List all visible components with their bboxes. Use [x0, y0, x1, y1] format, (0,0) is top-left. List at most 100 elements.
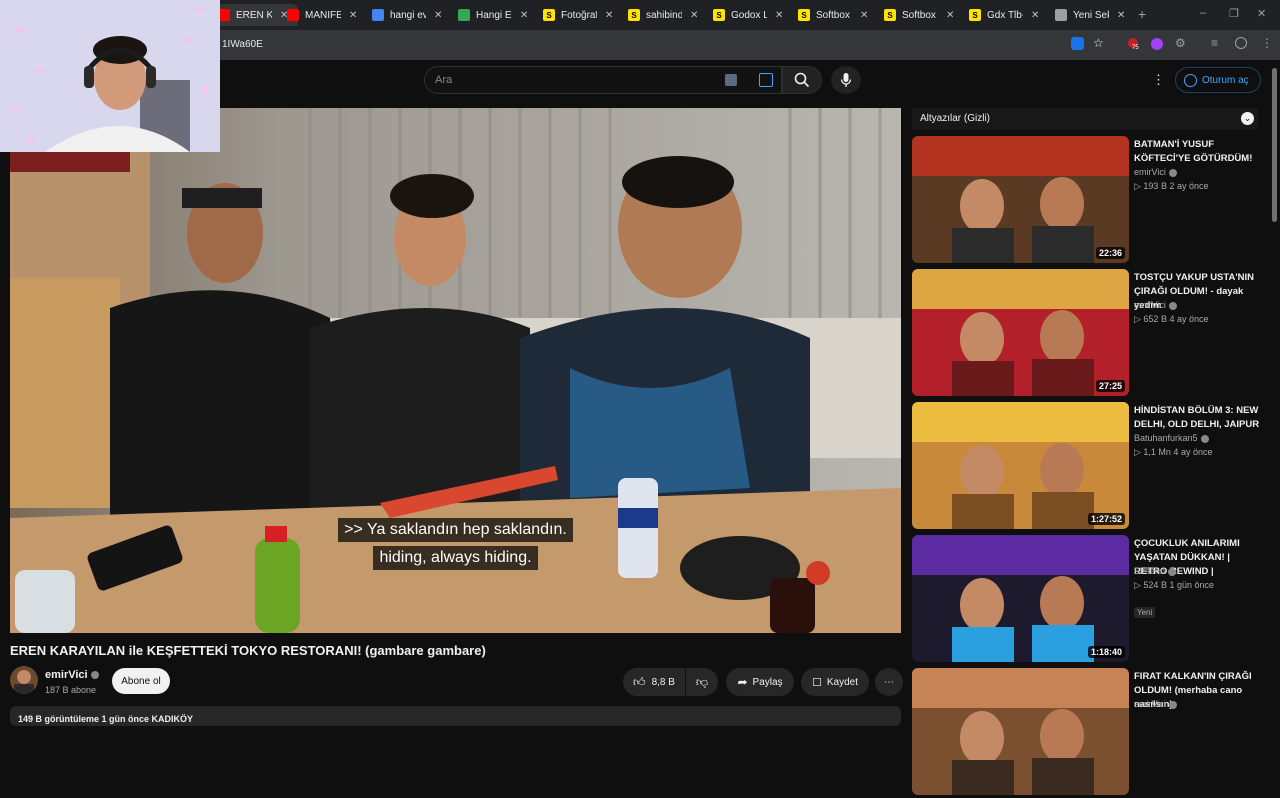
search-input[interactable]: Ara — [424, 66, 782, 94]
video-thumbnail[interactable]: 27:25 — [912, 269, 1129, 396]
recommended-meta-text: 193 B 2 ay önce — [1143, 181, 1209, 191]
recommended-meta: ▷ 524 B 1 gün önce — [1134, 580, 1214, 591]
close-tab-icon[interactable]: ✕ — [946, 10, 954, 21]
browser-tab[interactable]: Ssahibinden ✕ — [628, 4, 708, 26]
browser-tab[interactable]: S Softbox Fi ✕ — [884, 4, 964, 26]
chevron-down-icon[interactable]: ⌄ — [1241, 112, 1254, 125]
voice-search-button[interactable] — [831, 66, 861, 94]
close-tab-icon[interactable]: ✕ — [860, 10, 868, 21]
share-arrow-icon: ➦ — [737, 675, 748, 689]
recommended-video[interactable]: 1:18:40 ÇOCUKLUK ANILARIMI YAŞATAN DÜKKAN… — [912, 535, 1272, 665]
browser-tab[interactable]: S Gdx Tlb-4 ✕ — [969, 4, 1049, 26]
new-tab-button[interactable]: + — [1138, 6, 1146, 22]
browser-tab[interactable]: EREN K ✕ — [218, 4, 298, 26]
video-duration: 27:25 — [1095, 380, 1125, 392]
close-tab-icon[interactable]: ✕ — [520, 10, 528, 21]
profile-extension-icon[interactable] — [1151, 38, 1163, 50]
channel-name[interactable]: emirVici — [45, 669, 99, 681]
browser-tab[interactable]: Yeni Sekme ✕ — [1055, 4, 1135, 26]
recommended-video[interactable]: 1:27:52 HİNDİSTAN BÖLÜM 3: NEW DELHI, OLD… — [912, 402, 1272, 532]
close-tab-icon[interactable]: ✕ — [1031, 10, 1039, 21]
video-player[interactable]: >> Ya saklandın hep saklandın. hiding, a… — [10, 108, 901, 633]
drive-icon — [458, 9, 470, 21]
microphone-icon — [840, 73, 852, 87]
video-thumbnail[interactable] — [912, 668, 1129, 795]
video-thumbnail[interactable]: 1:27:52 — [912, 402, 1129, 529]
like-button[interactable]: 👍︎ 8,8 B — [623, 668, 685, 696]
tab-title: hangi evre — [390, 9, 426, 21]
browser-tab[interactable]: MANİFEST ✕ — [287, 4, 367, 26]
tab-title: MANİFEST — [305, 9, 341, 21]
dislike-button[interactable]: 👎︎ — [686, 668, 718, 696]
browser-tab[interactable]: hangi evre ✕ — [372, 4, 452, 26]
media-controls-icon[interactable]: ≡ — [1211, 36, 1218, 50]
bookmark-star-icon[interactable]: ☆ — [1093, 36, 1104, 50]
recommended-meta-text: 652 B 4 ay önce — [1143, 314, 1209, 324]
extensions-puzzle-icon[interactable]: ⚙ — [1175, 36, 1186, 50]
close-tab-icon[interactable]: ✕ — [605, 10, 613, 21]
recommended-channel[interactable]: Elraenn — [1134, 566, 1177, 576]
verified-icon — [1168, 700, 1177, 709]
google-icon — [372, 9, 384, 21]
video-thumbnail[interactable]: 22:36 — [912, 136, 1129, 263]
channel-avatar[interactable] — [10, 666, 38, 694]
tab-title: Gdx Tlb-4 — [987, 9, 1023, 21]
recommended-channel-label: emirVici — [1134, 300, 1166, 310]
video-description-box[interactable]: 149 B görüntüleme 1 gün önce KADIKÖY — [10, 706, 901, 726]
recommended-title[interactable]: HİNDİSTAN BÖLÜM 3: NEW DELHI, OLD DELHI,… — [1134, 404, 1260, 432]
recommended-meta: ▷ 193 B 2 ay önce — [1134, 181, 1208, 192]
close-tab-icon[interactable]: ✕ — [434, 10, 442, 21]
recommended-meta-text: 1,1 Mn 4 ay önce — [1143, 447, 1213, 457]
close-tab-icon[interactable]: ✕ — [775, 10, 783, 21]
recommended-video[interactable]: FIRAT KALKAN'IN ÇIRAĞI OLDUM! (merhaba c… — [912, 668, 1272, 798]
translate-icon[interactable] — [1071, 37, 1084, 50]
save-button[interactable]: ☐ Kaydet — [801, 668, 869, 696]
youtube-icon — [287, 9, 299, 21]
recommended-video[interactable]: 22:36 BATMAN'İ YUSUF KÖFTECİ'YE GÖTÜRDÜM!… — [912, 136, 1272, 266]
account-icon[interactable] — [1235, 37, 1247, 49]
recommended-channel[interactable]: Batuhanfurkan5 — [1134, 433, 1209, 443]
s-icon: S — [884, 9, 896, 21]
browser-tab[interactable]: S Fotoğraf S ✕ — [543, 4, 623, 26]
close-tab-icon[interactable]: ✕ — [349, 10, 357, 21]
close-tab-icon[interactable]: ✕ — [1117, 10, 1125, 21]
subscribe-button[interactable]: Abone ol — [112, 668, 170, 694]
video-duration: 22:36 — [1095, 247, 1125, 259]
browser-tab[interactable]: S Softbox su ✕ — [798, 4, 878, 26]
recommended-video[interactable]: 27:25 TOSTÇU YAKUP USTA'NIN ÇIRAĞI OLDUM!… — [912, 269, 1272, 399]
lens-icon[interactable] — [759, 73, 773, 87]
tab-title: sahibinden — [646, 9, 682, 21]
tab-title: Hangi Evre — [476, 9, 512, 21]
recommended-channel-label: emirVici — [1134, 167, 1166, 177]
captions-bar[interactable]: Altyazılar (Gizli) ⌄ — [912, 108, 1258, 130]
recommended-channel[interactable]: emirVici — [1134, 699, 1177, 709]
minimize-icon[interactable]: – — [1200, 7, 1206, 19]
close-tab-icon[interactable]: ✕ — [690, 10, 698, 21]
thumbs-up-icon: 👍︎ — [633, 674, 646, 689]
tab-title: Softbox Fi — [902, 9, 938, 21]
scrollbar[interactable] — [1272, 68, 1277, 222]
close-window-icon[interactable]: ✕ — [1257, 7, 1266, 20]
video-duration: 1:27:52 — [1087, 513, 1125, 525]
kebab-menu-icon[interactable]: ⋮ — [1261, 36, 1273, 50]
restore-icon[interactable]: ❐ — [1229, 7, 1239, 20]
verified-icon — [1200, 434, 1209, 443]
video-thumbnail[interactable]: 1:18:40 — [912, 535, 1129, 662]
recommended-channel[interactable]: emirVici — [1134, 300, 1177, 310]
channel-subscribers: 187 B abone — [45, 685, 97, 695]
search-button[interactable] — [782, 66, 822, 94]
keyboard-icon[interactable] — [725, 74, 737, 86]
search-placeholder: Ara — [435, 74, 453, 86]
channel-name-label: emirVici — [45, 669, 88, 681]
browser-tab[interactable]: Hangi Evre ✕ — [458, 4, 538, 26]
recommended-title[interactable]: BATMAN'İ YUSUF KÖFTECİ'YE GÖTÜRDÜM! — [1134, 138, 1260, 166]
browser-tab[interactable]: S Godox LD ✕ — [713, 4, 793, 26]
signin-button[interactable]: Oturum aç — [1175, 67, 1261, 93]
settings-kebab-icon[interactable]: ⋮ — [1152, 72, 1165, 88]
url-text[interactable]: 1IWa60E — [222, 39, 263, 50]
recommended-meta-text: 524 B 1 gün önce — [1143, 580, 1214, 590]
s-icon: S — [543, 9, 555, 21]
share-button[interactable]: ➦ Paylaş — [726, 668, 794, 696]
more-actions-button[interactable]: ⋯ — [875, 668, 903, 696]
recommended-channel[interactable]: emirVici — [1134, 167, 1177, 177]
